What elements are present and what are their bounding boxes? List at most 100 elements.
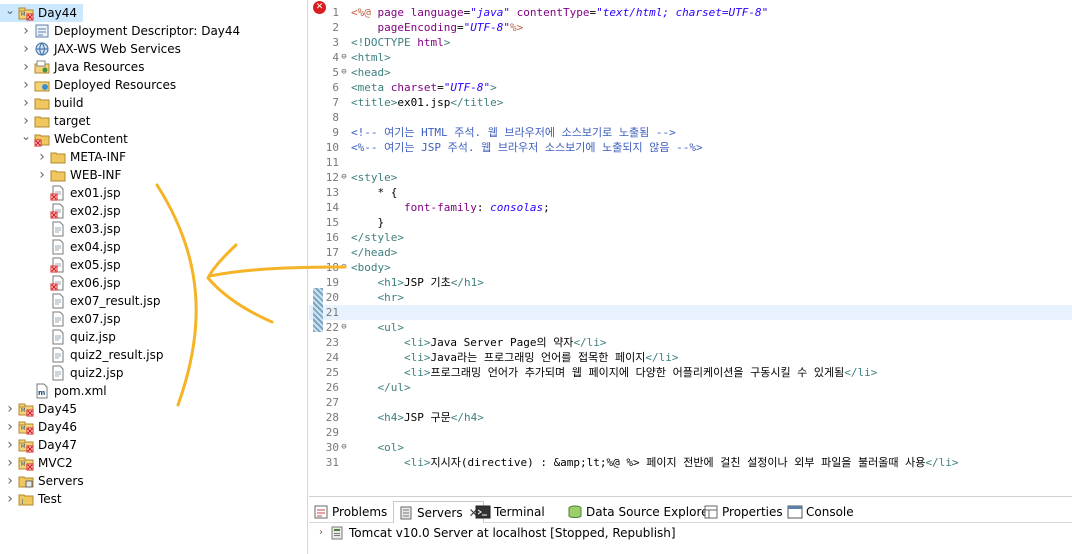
- tree-item[interactable]: › Deployed Resources: [20, 76, 176, 94]
- tree-item[interactable]: › J Test: [4, 490, 61, 508]
- code-line[interactable]: 17 </head>: [309, 245, 1072, 260]
- tree-item[interactable]: › M Day46: [4, 418, 77, 436]
- tree-item[interactable]: ex04.jsp: [36, 238, 121, 256]
- tab-console[interactable]: Console: [787, 501, 854, 523]
- tree-item[interactable]: › JAX-WS Web Services: [20, 40, 181, 58]
- code-line[interactable]: 6 <meta charset="UTF-8">: [309, 80, 1072, 95]
- tree-item[interactable]: ex07.jsp: [36, 310, 121, 328]
- tree-item[interactable]: ex06.jsp: [36, 274, 121, 292]
- line-number: 7: [332, 96, 339, 109]
- fold-toggle-icon[interactable]: ⊖: [339, 170, 349, 185]
- tree-item[interactable]: m pom.xml: [20, 382, 107, 400]
- code-line[interactable]: 23 <li>Java Server Page의 약자</li>: [309, 335, 1072, 350]
- tree-item[interactable]: ex07_result.jsp: [36, 292, 161, 310]
- fold-toggle-icon[interactable]: ⊖: [339, 65, 349, 80]
- fold-toggle-icon[interactable]: ⊖: [339, 320, 349, 335]
- chevron-right-icon[interactable]: ›: [20, 40, 32, 58]
- tab-properties[interactable]: Properties: [703, 501, 783, 523]
- code-line[interactable]: 14 font-family: consolas;: [309, 200, 1072, 215]
- chevron-right-icon[interactable]: ›: [4, 454, 16, 472]
- code-line[interactable]: 11: [309, 155, 1072, 170]
- tree-item[interactable]: › M MVC2: [4, 454, 72, 472]
- tree-item-label: ex03.jsp: [70, 222, 121, 236]
- code-line[interactable]: 2 pageEncoding="UTF-8"%>: [309, 20, 1072, 35]
- code-line[interactable]: 25 <li>프로그래밍 언어가 추가되며 웹 페이지에 다양한 어플리케이션을…: [309, 365, 1072, 380]
- chevron-down-icon[interactable]: ⌄: [4, 1, 16, 19]
- tree-item[interactable]: › build: [20, 94, 83, 112]
- fold-toggle-icon[interactable]: ⊖: [339, 50, 349, 65]
- tree-item[interactable]: quiz2.jsp: [36, 364, 124, 382]
- tree-item[interactable]: ex02.jsp: [36, 202, 121, 220]
- code-line[interactable]: 18 ⊖ <body>: [309, 260, 1072, 275]
- chevron-right-icon[interactable]: ›: [36, 148, 48, 166]
- tree-item[interactable]: ex05.jsp: [36, 256, 121, 274]
- chevron-right-icon[interactable]: ›: [4, 418, 16, 436]
- tab-problems[interactable]: Problems: [313, 501, 387, 523]
- fold-toggle-icon[interactable]: ⊖: [339, 440, 349, 455]
- chevron-right-icon[interactable]: ›: [4, 490, 16, 508]
- tree-item[interactable]: › WEB-INF: [36, 166, 121, 184]
- chevron-right-icon[interactable]: ›: [4, 400, 16, 418]
- code-line[interactable]: 26 </ul>: [309, 380, 1072, 395]
- code-line[interactable]: 3 <!DOCTYPE html>: [309, 35, 1072, 50]
- chevron-right-icon[interactable]: ›: [315, 524, 327, 542]
- code-line[interactable]: 8: [309, 110, 1072, 125]
- chevron-right-icon[interactable]: ›: [20, 22, 32, 40]
- error-icon[interactable]: ✕: [313, 1, 326, 14]
- code-line[interactable]: 12 ⊖ <style>: [309, 170, 1072, 185]
- chevron-right-icon[interactable]: ›: [20, 76, 32, 94]
- tree-item[interactable]: › M Day45: [4, 400, 77, 418]
- terminal-icon: [475, 504, 491, 520]
- tab-terminal[interactable]: Terminal: [475, 501, 545, 523]
- tree-item[interactable]: ⌄ M Day44: [0, 1, 83, 22]
- code-editor[interactable]: 1 <%@ page language="java" contentType="t…: [309, 0, 1072, 492]
- code-line[interactable]: 21: [309, 305, 1072, 320]
- code-line[interactable]: 1 <%@ page language="java" contentType="t…: [309, 5, 1072, 20]
- code-line[interactable]: 19 <h1>JSP 기초</h1>: [309, 275, 1072, 290]
- chevron-right-icon[interactable]: ›: [36, 166, 48, 184]
- tree-item[interactable]: ex01.jsp: [36, 184, 121, 202]
- tab-data-source-explorer[interactable]: Data Source Explorer: [567, 501, 713, 523]
- line-number: 6: [332, 81, 339, 94]
- code-line[interactable]: 22 ⊖ <ul>: [309, 320, 1072, 335]
- code-token: JSP 기초: [404, 276, 451, 289]
- code-line[interactable]: 16 </style>: [309, 230, 1072, 245]
- tree-item[interactable]: › Deployment Descriptor: Day44: [20, 22, 240, 40]
- tree-item[interactable]: › M Day47: [4, 436, 77, 454]
- server-entry-row[interactable]: › Tomcat v10.0 Server at localhost [Stop…: [309, 524, 676, 542]
- fold-toggle-icon[interactable]: ⊖: [339, 260, 349, 275]
- code-token: &amp;lt;%@ %>: [553, 456, 640, 469]
- chevron-right-icon[interactable]: ›: [20, 94, 32, 112]
- tree-item[interactable]: quiz2_result.jsp: [36, 346, 163, 364]
- code-line[interactable]: 29: [309, 425, 1072, 440]
- code-text: <h1>JSP 기초</h1>: [351, 275, 484, 290]
- code-line[interactable]: 27: [309, 395, 1072, 410]
- chevron-down-icon[interactable]: ⌄: [20, 127, 32, 145]
- chevron-right-icon[interactable]: ›: [20, 58, 32, 76]
- code-line[interactable]: 4 ⊖ <html>: [309, 50, 1072, 65]
- tab-servers[interactable]: Servers ✕: [393, 501, 484, 523]
- code-line[interactable]: 30 ⊖ <ol>: [309, 440, 1072, 455]
- tree-item[interactable]: › META-INF: [36, 148, 126, 166]
- tree-item[interactable]: quiz.jsp: [36, 328, 116, 346]
- chevron-right-icon[interactable]: ›: [4, 472, 16, 490]
- code-line[interactable]: 5 ⊖ <head>: [309, 65, 1072, 80]
- code-line[interactable]: 9 <!-- 여기는 HTML 주석. 웹 브라우저에 소스보기로 노출됨 -->: [309, 125, 1072, 140]
- code-line[interactable]: 24 <li>Java라는 프로그래밍 언어를 접목한 페이지</li>: [309, 350, 1072, 365]
- code-line[interactable]: 10 <%-- 여기는 JSP 주석. 웹 브라우저 소스보기에 노출되지 않음 …: [309, 140, 1072, 155]
- code-line[interactable]: 13 * {: [309, 185, 1072, 200]
- line-number: 13: [325, 186, 339, 199]
- tree-item[interactable]: › Java Resources: [20, 58, 144, 76]
- chevron-right-icon[interactable]: ›: [4, 436, 16, 454]
- tree-item-label: Deployed Resources: [54, 78, 177, 92]
- tree-item[interactable]: ⌄ WebContent: [20, 127, 128, 148]
- code-line[interactable]: 7 <title>ex01.jsp</title>: [309, 95, 1072, 110]
- tree-item[interactable]: › Servers: [4, 472, 83, 490]
- code-line[interactable]: 28 <h4>JSP 구문</h4>: [309, 410, 1072, 425]
- tree-item[interactable]: ex03.jsp: [36, 220, 121, 238]
- code-line[interactable]: 15 }: [309, 215, 1072, 230]
- code-line[interactable]: 20 <hr>: [309, 290, 1072, 305]
- code-line[interactable]: 31 <li>지시자(directive) : &amp;lt;%@ %> 페이…: [309, 455, 1072, 470]
